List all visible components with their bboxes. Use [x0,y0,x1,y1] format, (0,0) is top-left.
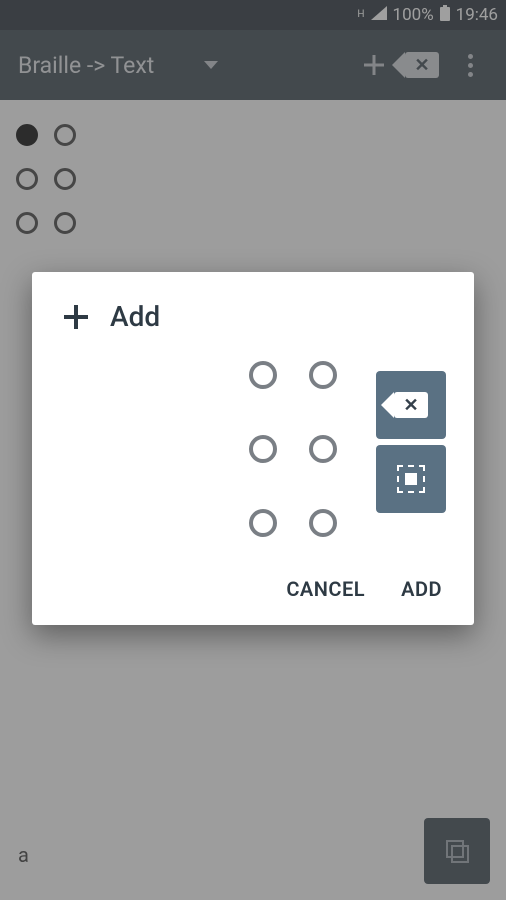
dialog-braille-dot-5[interactable] [309,435,337,463]
dialog-footer: CANCEL ADD [60,567,446,607]
add-dialog: Add ✕ CANCEL ADD [32,272,474,625]
dialog-braille-dot-2[interactable] [249,435,277,463]
select-all-icon [397,465,425,493]
dialog-title: Add [110,300,160,333]
dialog-backspace-button[interactable]: ✕ [376,371,446,439]
dialog-braille-cell[interactable] [249,361,337,537]
cancel-button[interactable]: CANCEL [286,577,365,601]
dialog-braille-dot-3[interactable] [249,509,277,537]
dialog-header: Add [60,300,446,333]
dialog-body: ✕ [60,361,446,537]
backspace-icon: ✕ [394,392,428,418]
dialog-select-all-button[interactable] [376,445,446,513]
dialog-braille-dot-1[interactable] [249,361,277,389]
dialog-braille-dot-6[interactable] [309,509,337,537]
plus-icon [60,301,92,333]
dialog-braille-dot-4[interactable] [309,361,337,389]
confirm-add-button[interactable]: ADD [401,577,442,601]
